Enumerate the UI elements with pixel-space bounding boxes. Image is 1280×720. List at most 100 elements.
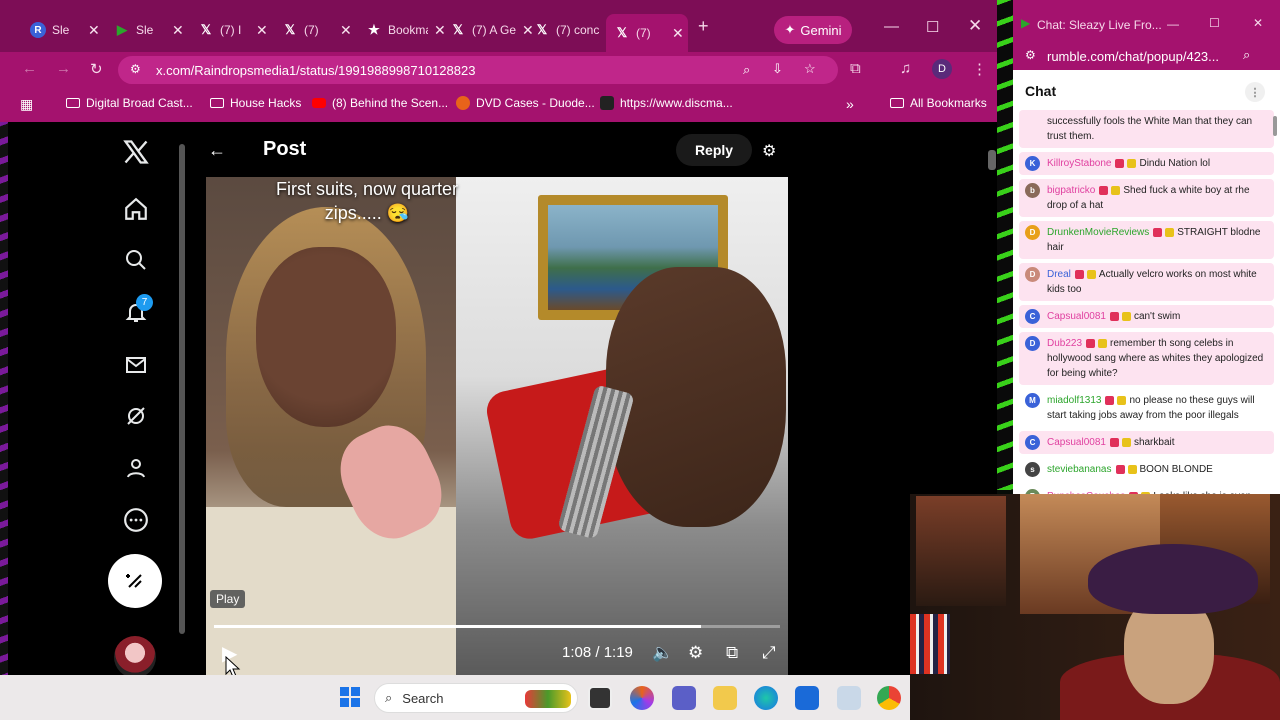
fullscreen-icon[interactable]: ⤢ xyxy=(762,643,776,663)
profile-avatar[interactable]: D xyxy=(932,59,952,79)
user-avatar[interactable]: s xyxy=(1025,462,1040,477)
compose-post-button[interactable] xyxy=(108,554,162,608)
minimize-icon[interactable]: — xyxy=(884,18,899,35)
maximize-icon[interactable]: ☐ xyxy=(1209,16,1220,30)
tab-5[interactable]: 𝕏 (7) A Ge ✕ xyxy=(442,14,534,46)
user-avatar[interactable]: C xyxy=(1025,435,1040,450)
x-logo-icon[interactable] xyxy=(120,136,152,168)
chat-username[interactable]: Dub223 xyxy=(1047,338,1082,349)
chat-address-bar[interactable]: ⚙ rumble.com/chat/popup/423... ⌕ xyxy=(1013,42,1280,70)
close-window-icon[interactable]: ✕ xyxy=(968,16,982,36)
chat-username[interactable]: steviebananas xyxy=(1047,464,1112,475)
more-bookmarks-icon[interactable]: » xyxy=(846,96,854,112)
chat-username[interactable]: miadolf1313 xyxy=(1047,395,1101,406)
close-icon[interactable]: ✕ xyxy=(88,22,100,39)
address-bar[interactable]: ⚙ x.com/Raindropsmedia1/status/199198899… xyxy=(118,56,838,84)
video-player[interactable]: First suits, now quarter zips..... 😪 Pla… xyxy=(206,177,788,675)
scrollbar[interactable] xyxy=(178,128,186,668)
bookmark-0[interactable]: Digital Broad Cast... xyxy=(66,96,193,110)
reload-icon[interactable]: ↻ xyxy=(90,60,103,78)
close-icon[interactable]: ✕ xyxy=(672,25,684,42)
forward-icon[interactable]: → xyxy=(56,60,71,77)
volume-icon[interactable]: 🔈 xyxy=(652,643,673,663)
tab-active[interactable]: 𝕏 (7) ✕ xyxy=(606,14,688,52)
back-icon[interactable]: ← xyxy=(22,60,37,77)
all-bookmarks[interactable]: All Bookmarks xyxy=(890,96,987,110)
chat-options-icon[interactable]: ⋮ xyxy=(1245,82,1265,102)
file-explorer-icon[interactable] xyxy=(713,686,737,710)
user-avatar[interactable]: M xyxy=(1025,393,1040,408)
chat-username[interactable]: KillroyStabone xyxy=(1047,158,1111,169)
home-icon[interactable] xyxy=(120,193,152,225)
profile-icon[interactable] xyxy=(120,452,152,484)
account-avatar[interactable] xyxy=(114,636,156,678)
reply-button[interactable]: Reply xyxy=(676,134,752,166)
edge-icon[interactable] xyxy=(754,686,778,710)
chat-username[interactable]: bigpatricko xyxy=(1047,185,1095,196)
chat-username[interactable]: Dreal xyxy=(1047,269,1071,280)
chat-username[interactable]: Capsual0081 xyxy=(1047,311,1106,322)
x-icon: 𝕏 xyxy=(452,22,464,37)
copilot-icon[interactable] xyxy=(630,686,654,710)
chrome-icon[interactable] xyxy=(877,686,901,710)
search-icon[interactable] xyxy=(120,244,152,276)
tab-label: (7) conc xyxy=(556,23,600,37)
close-icon[interactable]: ✕ xyxy=(340,22,352,39)
app-icon[interactable] xyxy=(837,686,861,710)
windows-start-icon[interactable] xyxy=(340,687,360,707)
user-avatar[interactable]: D xyxy=(1025,336,1040,351)
zoom-icon[interactable]: ⌕ xyxy=(1243,47,1250,63)
bookmark-4[interactable]: https://www.discma... xyxy=(600,96,733,110)
pip-icon[interactable]: ⧉ xyxy=(726,643,738,663)
taskbar-search[interactable]: ⌕ Search xyxy=(374,683,578,713)
close-icon[interactable]: ✕ xyxy=(172,22,184,39)
chat-scrollbar-thumb[interactable] xyxy=(1273,116,1277,136)
bookmark-3[interactable]: DVD Cases - Duode... xyxy=(456,96,595,110)
bookmark-label: https://www.discma... xyxy=(620,96,733,110)
maximize-icon[interactable]: ☐ xyxy=(926,18,939,36)
bookmark-label: DVD Cases - Duode... xyxy=(476,96,595,110)
tab-3[interactable]: 𝕏 (7) ✕ xyxy=(274,14,352,46)
tab-0[interactable]: R Sle ✕ xyxy=(22,14,100,46)
store-icon[interactable] xyxy=(795,686,819,710)
apps-icon[interactable]: ▦ xyxy=(20,96,33,113)
tab-6[interactable]: 𝕏(7) conc✕ xyxy=(526,14,618,46)
close-window-icon[interactable]: ✕ xyxy=(1253,16,1263,30)
chat-scrollbar[interactable] xyxy=(1272,110,1278,494)
user-avatar[interactable]: b xyxy=(1025,183,1040,198)
user-avatar[interactable]: C xyxy=(1025,309,1040,324)
page-scrollbar-thumb[interactable] xyxy=(988,150,996,170)
close-icon[interactable]: ✕ xyxy=(256,22,268,39)
site-info-icon[interactable]: ⚙ xyxy=(130,62,141,76)
tab-2[interactable]: 𝕏 (7) I ✕ xyxy=(190,14,268,46)
tab-1[interactable]: ▶ Sle ✕ xyxy=(106,14,184,46)
bookmark-1[interactable]: House Hacks xyxy=(210,96,301,110)
user-avatar[interactable]: K xyxy=(1025,156,1040,171)
user-avatar[interactable]: D xyxy=(1025,267,1040,282)
new-tab-icon[interactable]: + xyxy=(698,16,709,37)
back-arrow-icon[interactable]: ← xyxy=(208,140,226,161)
media-icon[interactable]: ♫ xyxy=(900,60,911,77)
chat-message: s steviebananas BOON BLONDE xyxy=(1019,458,1274,481)
install-icon[interactable]: ⇩ xyxy=(772,61,783,77)
minimize-icon[interactable]: — xyxy=(1167,17,1179,31)
bookmark-star-icon[interactable]: ☆ xyxy=(804,61,816,77)
tab-search-icon[interactable]: ⧉ xyxy=(850,60,861,77)
bookmark-2[interactable]: (8) Behind the Scen... xyxy=(312,96,448,110)
menu-icon[interactable]: ⋮ xyxy=(972,60,987,78)
user-avatar[interactable]: D xyxy=(1025,225,1040,240)
teams-icon[interactable] xyxy=(672,686,696,710)
messages-icon[interactable] xyxy=(120,349,152,381)
video-progress-bar[interactable] xyxy=(214,625,780,628)
task-view-icon[interactable] xyxy=(588,686,612,710)
settings-icon[interactable]: ⚙ xyxy=(688,643,703,663)
gemini-button[interactable]: ✦ Gemini xyxy=(774,16,852,44)
zoom-icon[interactable]: ⌕ xyxy=(743,62,750,78)
more-icon[interactable] xyxy=(120,504,152,536)
chat-username[interactable]: DrunkenMovieReviews xyxy=(1047,227,1149,238)
grok-icon[interactable] xyxy=(120,400,152,432)
chat-username[interactable]: Capsual0081 xyxy=(1047,437,1106,448)
tune-icon[interactable]: ⚙ xyxy=(762,141,776,161)
scrollbar-thumb[interactable] xyxy=(179,144,185,634)
tab-4[interactable]: ★ Bookma ✕ xyxy=(358,14,446,46)
